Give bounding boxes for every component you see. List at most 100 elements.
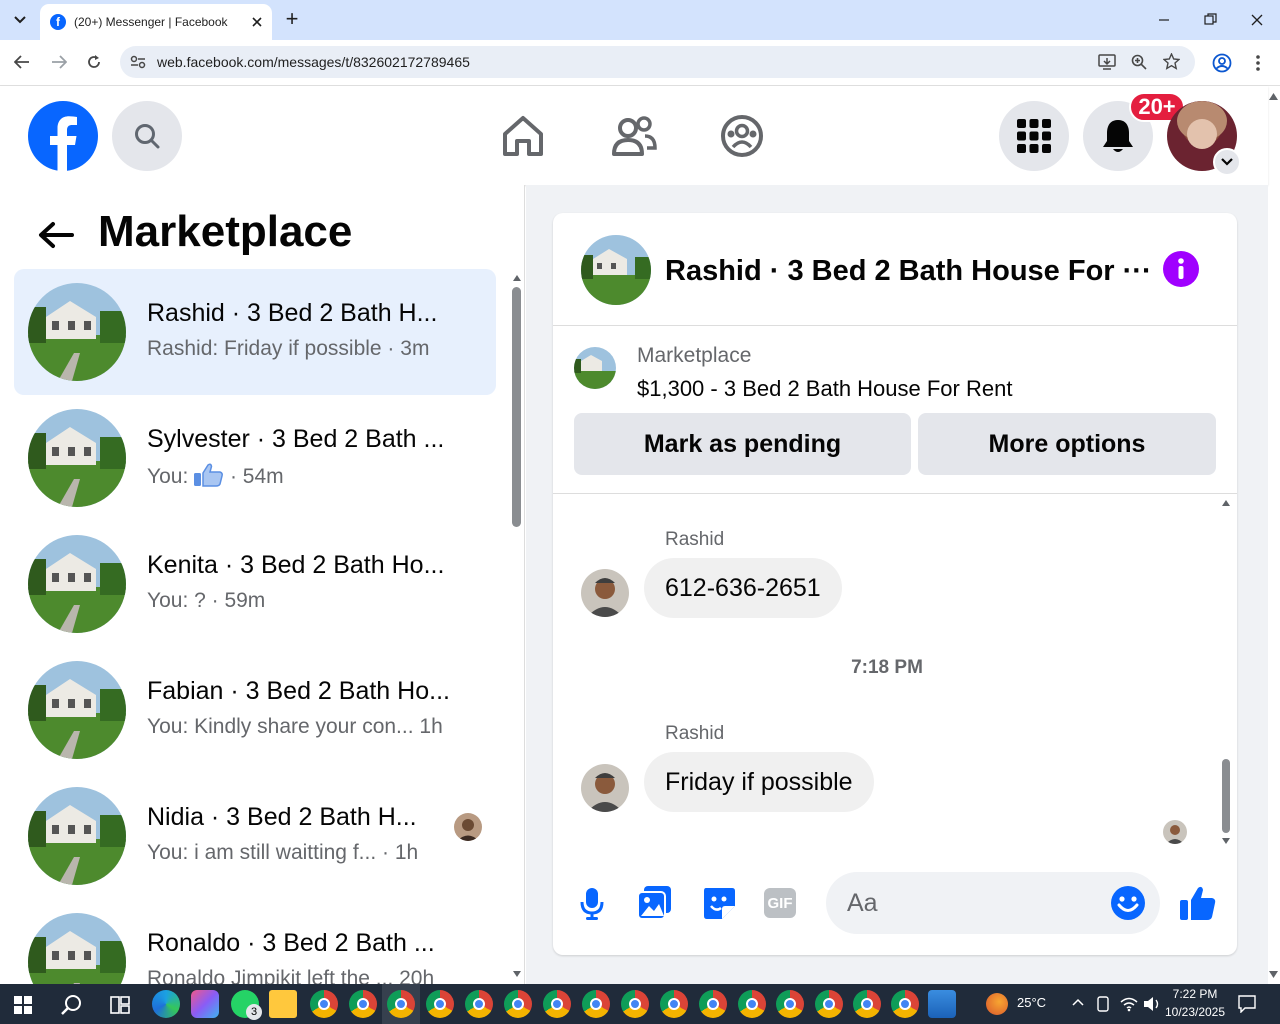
listing-label: Marketplace: [637, 344, 752, 367]
conversation-item[interactable]: Ronaldo · 3 Bed 2 Bath ... Ronaldo Jimpik…: [14, 899, 496, 984]
chrome-icon[interactable]: [465, 990, 493, 1018]
edge-icon[interactable]: [152, 990, 180, 1018]
menu-button[interactable]: [999, 101, 1069, 171]
scroll-down-arrow-icon[interactable]: [1222, 838, 1230, 844]
conversation-avatar: [28, 535, 126, 633]
back-arrow-icon[interactable]: [14, 55, 30, 69]
conversation-avatar: [28, 661, 126, 759]
account-menu-chevron[interactable]: [1213, 148, 1241, 176]
sticker-icon[interactable]: [702, 886, 736, 920]
conversation-item[interactable]: Nidia · 3 Bed 2 Bath H... You: i am still…: [14, 773, 496, 899]
device-icon[interactable]: [1096, 996, 1110, 1012]
conversation-item[interactable]: Fabian · 3 Bed 2 Bath Ho... You: Kindly s…: [14, 647, 496, 773]
browser-menu-icon[interactable]: [1256, 54, 1260, 72]
page-scroll-down-icon[interactable]: [1269, 971, 1278, 978]
friends-icon[interactable]: [611, 114, 657, 158]
chrome-icon[interactable]: [543, 990, 571, 1018]
photo-icon[interactable]: [638, 886, 672, 920]
profile-icon[interactable]: [1212, 53, 1232, 73]
chrome-icon[interactable]: [815, 990, 843, 1018]
task-view-icon[interactable]: [110, 996, 130, 1014]
microphone-icon[interactable]: [580, 887, 604, 921]
chat-title[interactable]: Rashid · 3 Bed 2 Bath House For ···: [665, 255, 1152, 288]
chrome-icon[interactable]: [387, 990, 415, 1018]
new-tab-button[interactable]: +: [281, 6, 303, 32]
zoom-icon[interactable]: [1131, 54, 1147, 70]
chrome-icon[interactable]: [776, 990, 804, 1018]
volume-icon[interactable]: [1143, 996, 1161, 1012]
chat-window: Rashid · 3 Bed 2 Bath House For ··· Mark…: [553, 213, 1237, 955]
apps-grid-icon: [1017, 119, 1051, 153]
message-bubble[interactable]: 612-636-2651: [644, 558, 842, 618]
chrome-icon[interactable]: [891, 990, 919, 1018]
taskbar-search-icon[interactable]: [61, 994, 83, 1016]
emoji-icon[interactable]: [1110, 885, 1146, 921]
close-tab-icon[interactable]: [252, 17, 262, 27]
back-arrow-icon[interactable]: [38, 221, 74, 249]
minimize-icon[interactable]: [1158, 14, 1170, 26]
conversation-name: Nidia · 3 Bed 2 Bath H...: [147, 803, 417, 831]
home-icon[interactable]: [501, 114, 545, 158]
like-thumb-icon[interactable]: [1180, 885, 1216, 921]
scroll-up-arrow-icon[interactable]: [513, 275, 521, 281]
chrome-icon[interactable]: [738, 990, 766, 1018]
site-info-icon[interactable]: [130, 55, 146, 69]
scroll-up-arrow-icon[interactable]: [1222, 500, 1230, 506]
tab-list-button[interactable]: [8, 8, 32, 32]
weather-icon[interactable]: [986, 993, 1008, 1015]
more-options-button[interactable]: More options: [918, 413, 1216, 475]
chrome-icon[interactable]: [426, 990, 454, 1018]
person-avatar-icon: [581, 569, 629, 617]
conversation-item[interactable]: Rashid · 3 Bed 2 Bath H... Rashid: Friday…: [14, 269, 496, 395]
close-window-icon[interactable]: [1251, 14, 1263, 26]
chrome-icon[interactable]: [853, 990, 881, 1018]
clock-time[interactable]: 7:22 PM: [1160, 987, 1230, 1001]
snippet-prefix: You:: [147, 465, 189, 488]
mark-as-pending-button[interactable]: Mark as pending: [574, 413, 911, 475]
clock-date[interactable]: 10/23/2025: [1160, 1005, 1230, 1019]
page-scroll-up-icon[interactable]: [1269, 93, 1278, 100]
url-bar[interactable]: web.facebook.com/messages/t/832602172789…: [120, 46, 1195, 78]
notification-center-icon[interactable]: [1238, 995, 1256, 1013]
conversation-item[interactable]: Sylvester · 3 Bed 2 Bath ... You: · 54m: [14, 395, 496, 521]
gif-button[interactable]: GIF: [764, 888, 796, 918]
forward-arrow-icon[interactable]: [51, 55, 67, 69]
sender-avatar[interactable]: [581, 569, 629, 617]
install-app-icon[interactable]: [1098, 54, 1116, 70]
chrome-icon[interactable]: [660, 990, 688, 1018]
chrome-icon[interactable]: [310, 990, 338, 1018]
weather-temp[interactable]: 25°C: [1017, 995, 1046, 1010]
chrome-icon[interactable]: [699, 990, 727, 1018]
chrome-icon[interactable]: [582, 990, 610, 1018]
windows-start-icon[interactable]: [14, 996, 32, 1014]
sender-avatar[interactable]: [581, 764, 629, 812]
listing-title[interactable]: $1,300 - 3 Bed 2 Bath House For Rent: [637, 376, 1012, 402]
wifi-icon[interactable]: [1120, 996, 1138, 1012]
chrome-icon[interactable]: [621, 990, 649, 1018]
search-button[interactable]: [112, 101, 182, 171]
chrome-icon[interactable]: [504, 990, 532, 1018]
browser-tab-bar: f (20+) Messenger | Facebook +: [0, 0, 1280, 40]
file-explorer-icon[interactable]: [269, 990, 297, 1018]
message-input[interactable]: Aa: [826, 872, 1160, 934]
chrome-icon[interactable]: [349, 990, 377, 1018]
message-bubble[interactable]: Friday if possible: [644, 752, 874, 812]
conversation-scrollbar[interactable]: [512, 287, 521, 527]
chat-header-avatar[interactable]: [581, 235, 651, 305]
scroll-down-arrow-icon[interactable]: [513, 971, 521, 977]
conversation-snippet: You: Kindly share your con... 1h: [147, 715, 443, 738]
copilot-icon[interactable]: [191, 990, 219, 1018]
chat-scrollbar[interactable]: [1222, 759, 1230, 833]
reload-icon[interactable]: [86, 54, 102, 70]
house-photo-icon: [574, 347, 616, 389]
facebook-logo-icon[interactable]: [28, 101, 98, 171]
bookmark-star-icon[interactable]: [1163, 53, 1180, 70]
conversation-item[interactable]: Kenita · 3 Bed 2 Bath Ho... You: ? · 59m: [14, 521, 496, 647]
groups-icon[interactable]: [720, 114, 764, 158]
listing-thumbnail[interactable]: [574, 347, 616, 389]
show-hidden-icons-icon[interactable]: [1072, 998, 1084, 1006]
browser-tab[interactable]: f (20+) Messenger | Facebook: [40, 4, 272, 40]
media-player-icon[interactable]: [928, 990, 956, 1018]
info-icon[interactable]: [1163, 251, 1199, 287]
restore-icon[interactable]: [1204, 13, 1217, 26]
